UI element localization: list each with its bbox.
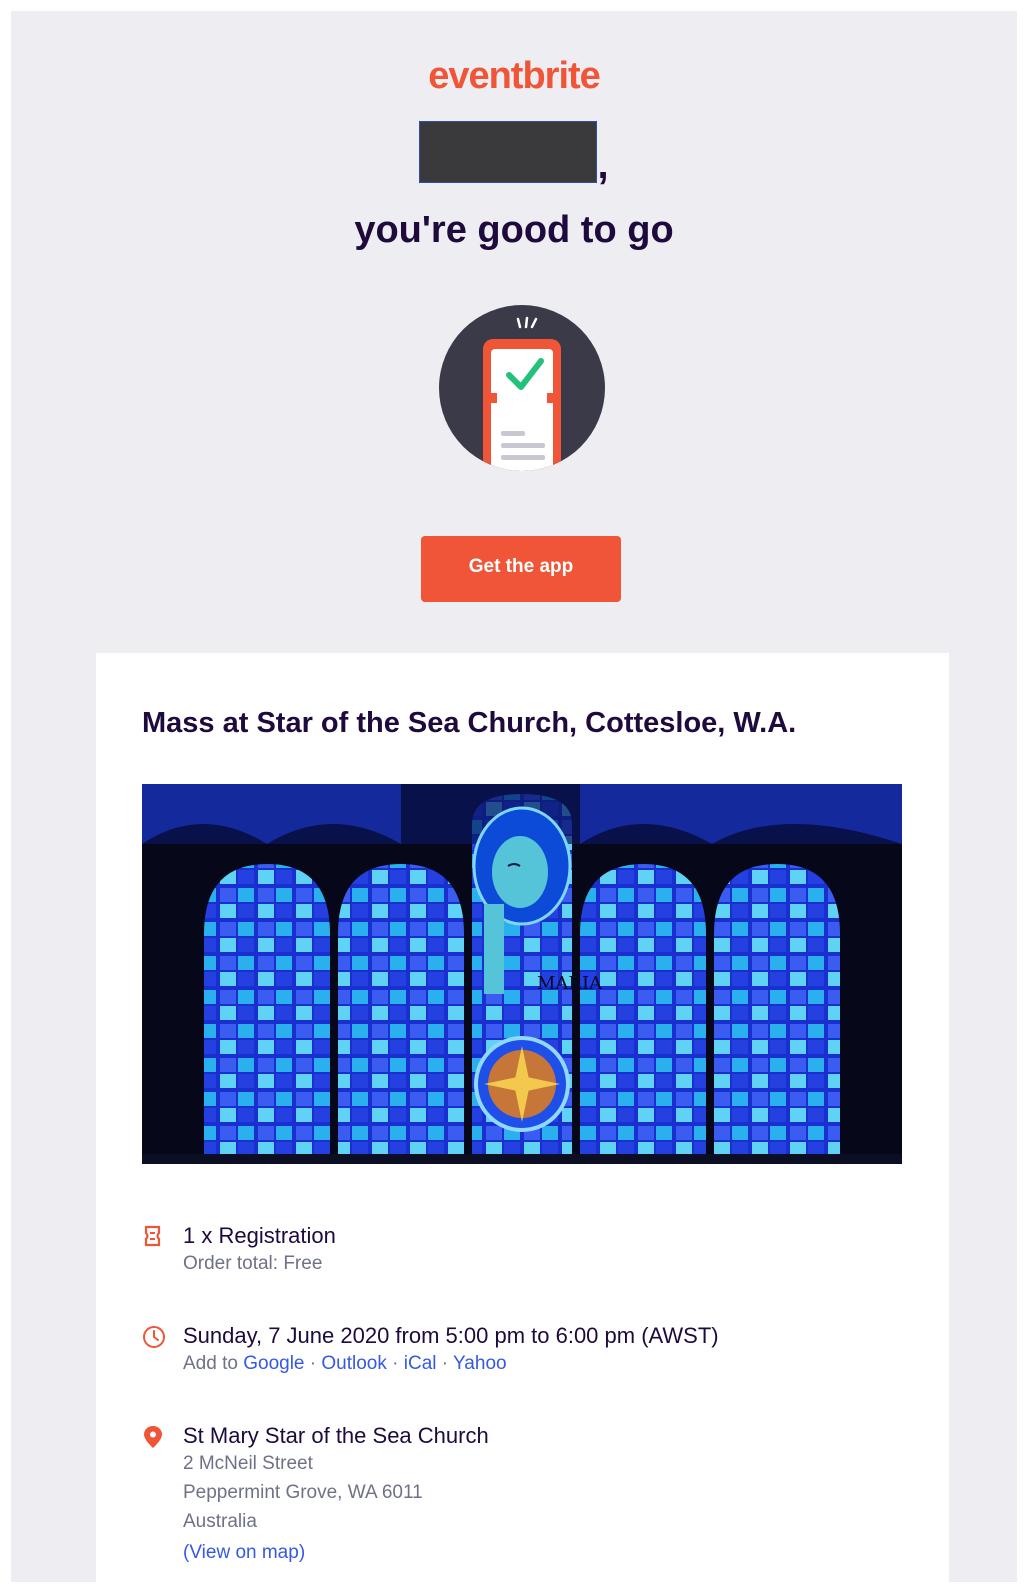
separator: · <box>309 1353 317 1374</box>
venue-street: 2 McNeil Street <box>183 1453 313 1474</box>
ticket-icon <box>142 1225 164 1247</box>
datetime-text: Sunday, 7 June 2020 from 5:00 pm to 6:00… <box>183 1323 719 1348</box>
clock-icon <box>142 1325 165 1348</box>
image-caption-maria: MARIA <box>537 973 603 994</box>
eventbrite-logo[interactable]: eventbrite <box>11 55 1017 98</box>
view-on-map-link-text[interactable]: (View on map) <box>183 1542 305 1563</box>
separator: · <box>392 1353 399 1374</box>
redacted-name <box>419 121 598 183</box>
add-to-label: Add to <box>183 1353 238 1374</box>
add-to-calendar: Add to Google · Outlook · iCal · Yahoo <box>183 1353 507 1375</box>
venue-city: Peppermint Grove, WA 6011 <box>183 1482 423 1503</box>
venue-country: Australia <box>183 1511 257 1532</box>
greeting-row: , <box>11 121 1017 191</box>
get-app-button[interactable]: Get the app <box>421 536 621 602</box>
view-on-map-link: (View on map) <box>183 1542 305 1564</box>
phone-check-icon <box>439 305 605 471</box>
event-title[interactable]: Mass at Star of the Sea Church, Cotteslo… <box>142 707 922 740</box>
order-summary: 1 x Registration <box>183 1223 336 1248</box>
page-title: you're good to go <box>354 209 674 251</box>
email-background: eventbrite , you're good to go Get the a… <box>11 11 1017 1593</box>
venue-name: St Mary Star of the Sea Church <box>183 1423 489 1448</box>
order-total: Order total: Free <box>183 1253 323 1274</box>
calendar-link-ical[interactable]: iCal <box>404 1353 437 1374</box>
map-pin-icon <box>142 1425 164 1448</box>
greeting-comma: , <box>597 143 609 187</box>
separator: · <box>441 1353 449 1374</box>
event-card: Mass at Star of the Sea Church, Cotteslo… <box>96 653 949 1593</box>
calendar-link-outlook[interactable]: Outlook <box>321 1353 386 1374</box>
calendar-link-yahoo[interactable]: Yahoo <box>453 1353 507 1374</box>
event-image[interactable]: MARIA <box>142 784 902 1164</box>
calendar-link-google[interactable]: Google <box>243 1353 304 1374</box>
